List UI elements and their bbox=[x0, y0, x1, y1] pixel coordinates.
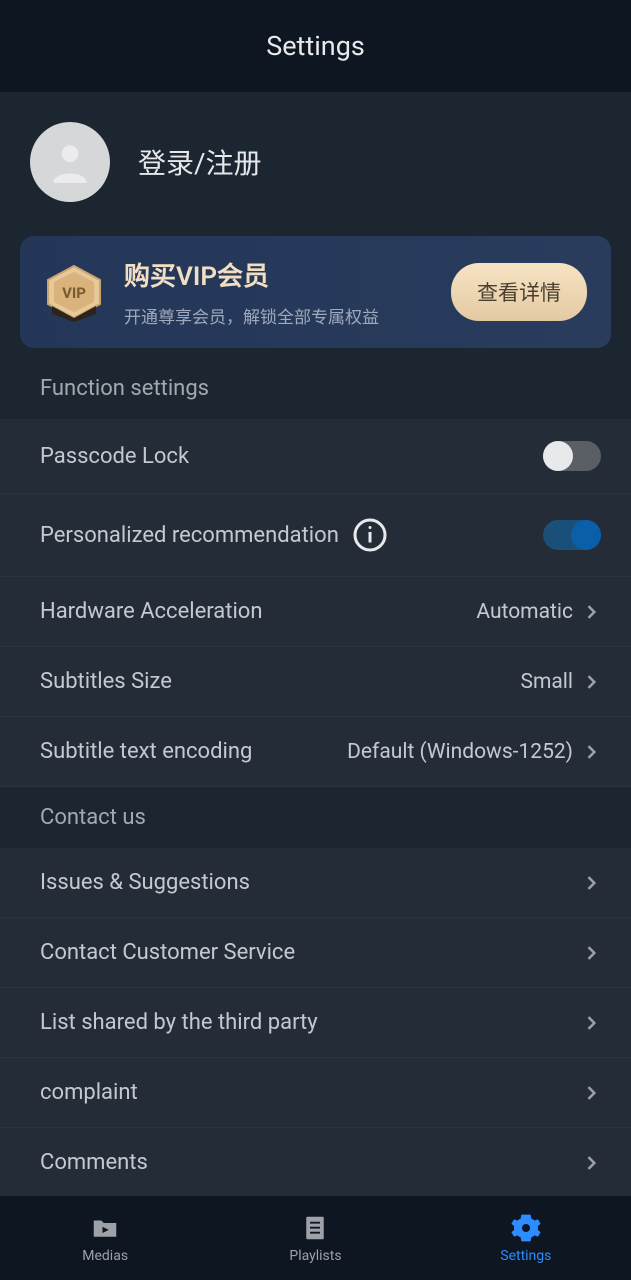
bottom-nav: Medias Playlists Settings bbox=[0, 1196, 631, 1280]
page-title: Settings bbox=[266, 30, 365, 62]
setting-label: Issues & Suggestions bbox=[40, 870, 581, 895]
nav-medias[interactable]: Medias bbox=[0, 1196, 210, 1280]
setting-label: Personalized recommendation bbox=[40, 523, 339, 548]
vip-badge-icon: VIP bbox=[44, 262, 104, 322]
chevron-right-icon bbox=[581, 602, 601, 622]
info-icon[interactable] bbox=[351, 516, 389, 554]
setting-subtitles-size[interactable]: Subtitles Size Small bbox=[0, 647, 631, 717]
nav-label: Playlists bbox=[289, 1248, 341, 1264]
setting-label: complaint bbox=[40, 1080, 581, 1105]
folder-play-icon bbox=[89, 1212, 121, 1244]
vip-title: 购买VIP会员 bbox=[124, 256, 451, 293]
contact-comments[interactable]: Comments bbox=[0, 1128, 631, 1196]
nav-label: Medias bbox=[82, 1248, 128, 1264]
login-register-label[interactable]: 登录/注册 bbox=[138, 142, 262, 182]
nav-playlists[interactable]: Playlists bbox=[210, 1196, 420, 1280]
toggle-knob bbox=[543, 441, 573, 471]
svg-text:VIP: VIP bbox=[62, 284, 86, 302]
setting-passcode-lock[interactable]: Passcode Lock bbox=[0, 419, 631, 494]
setting-value: Small bbox=[520, 670, 573, 694]
document-icon bbox=[299, 1212, 331, 1244]
toggle-knob bbox=[571, 520, 601, 550]
setting-subtitle-encoding[interactable]: Subtitle text encoding Default (Windows-… bbox=[0, 717, 631, 787]
vip-details-button[interactable]: 查看详情 bbox=[451, 263, 587, 321]
chevron-right-icon bbox=[581, 672, 601, 692]
content-scroll[interactable]: 登录/注册 VIP 购买VIP会员 开通尊享会员，解锁全部专属权益 查看详情 F… bbox=[0, 92, 631, 1196]
nav-label: Settings bbox=[500, 1248, 551, 1264]
setting-label: Passcode Lock bbox=[40, 444, 543, 469]
contact-issues-suggestions[interactable]: Issues & Suggestions bbox=[0, 848, 631, 918]
setting-label: Hardware Acceleration bbox=[40, 599, 476, 624]
setting-label: Contact Customer Service bbox=[40, 940, 581, 965]
chevron-right-icon bbox=[581, 1083, 601, 1103]
avatar[interactable] bbox=[30, 122, 110, 202]
setting-value: Automatic bbox=[476, 600, 573, 624]
setting-label: Subtitles Size bbox=[40, 669, 520, 694]
section-header-contact: Contact us bbox=[0, 787, 631, 848]
nav-settings[interactable]: Settings bbox=[421, 1196, 631, 1280]
chevron-right-icon bbox=[581, 943, 601, 963]
personalized-toggle[interactable] bbox=[543, 520, 601, 550]
section-header-function: Function settings bbox=[0, 358, 631, 419]
chevron-right-icon bbox=[581, 742, 601, 762]
setting-personalized-recommendation[interactable]: Personalized recommendation bbox=[0, 494, 631, 577]
chevron-right-icon bbox=[581, 1013, 601, 1033]
contact-complaint[interactable]: complaint bbox=[0, 1058, 631, 1128]
chevron-right-icon bbox=[581, 873, 601, 893]
setting-hardware-acceleration[interactable]: Hardware Acceleration Automatic bbox=[0, 577, 631, 647]
contact-third-party-list[interactable]: List shared by the third party bbox=[0, 988, 631, 1058]
chevron-right-icon bbox=[581, 1153, 601, 1173]
profile-row[interactable]: 登录/注册 bbox=[0, 92, 631, 232]
setting-label: List shared by the third party bbox=[40, 1010, 581, 1035]
passcode-toggle[interactable] bbox=[543, 441, 601, 471]
gear-icon bbox=[510, 1212, 542, 1244]
vip-subtitle: 开通尊享会员，解锁全部专属权益 bbox=[124, 303, 451, 328]
contact-customer-service[interactable]: Contact Customer Service bbox=[0, 918, 631, 988]
vip-card[interactable]: VIP 购买VIP会员 开通尊享会员，解锁全部专属权益 查看详情 bbox=[20, 236, 611, 348]
vip-text-block: 购买VIP会员 开通尊享会员，解锁全部专属权益 bbox=[124, 256, 451, 328]
setting-label: Subtitle text encoding bbox=[40, 739, 347, 764]
setting-value: Default (Windows-1252) bbox=[347, 740, 573, 764]
header: Settings bbox=[0, 0, 631, 92]
person-icon bbox=[45, 137, 95, 187]
setting-label: Comments bbox=[40, 1150, 581, 1175]
